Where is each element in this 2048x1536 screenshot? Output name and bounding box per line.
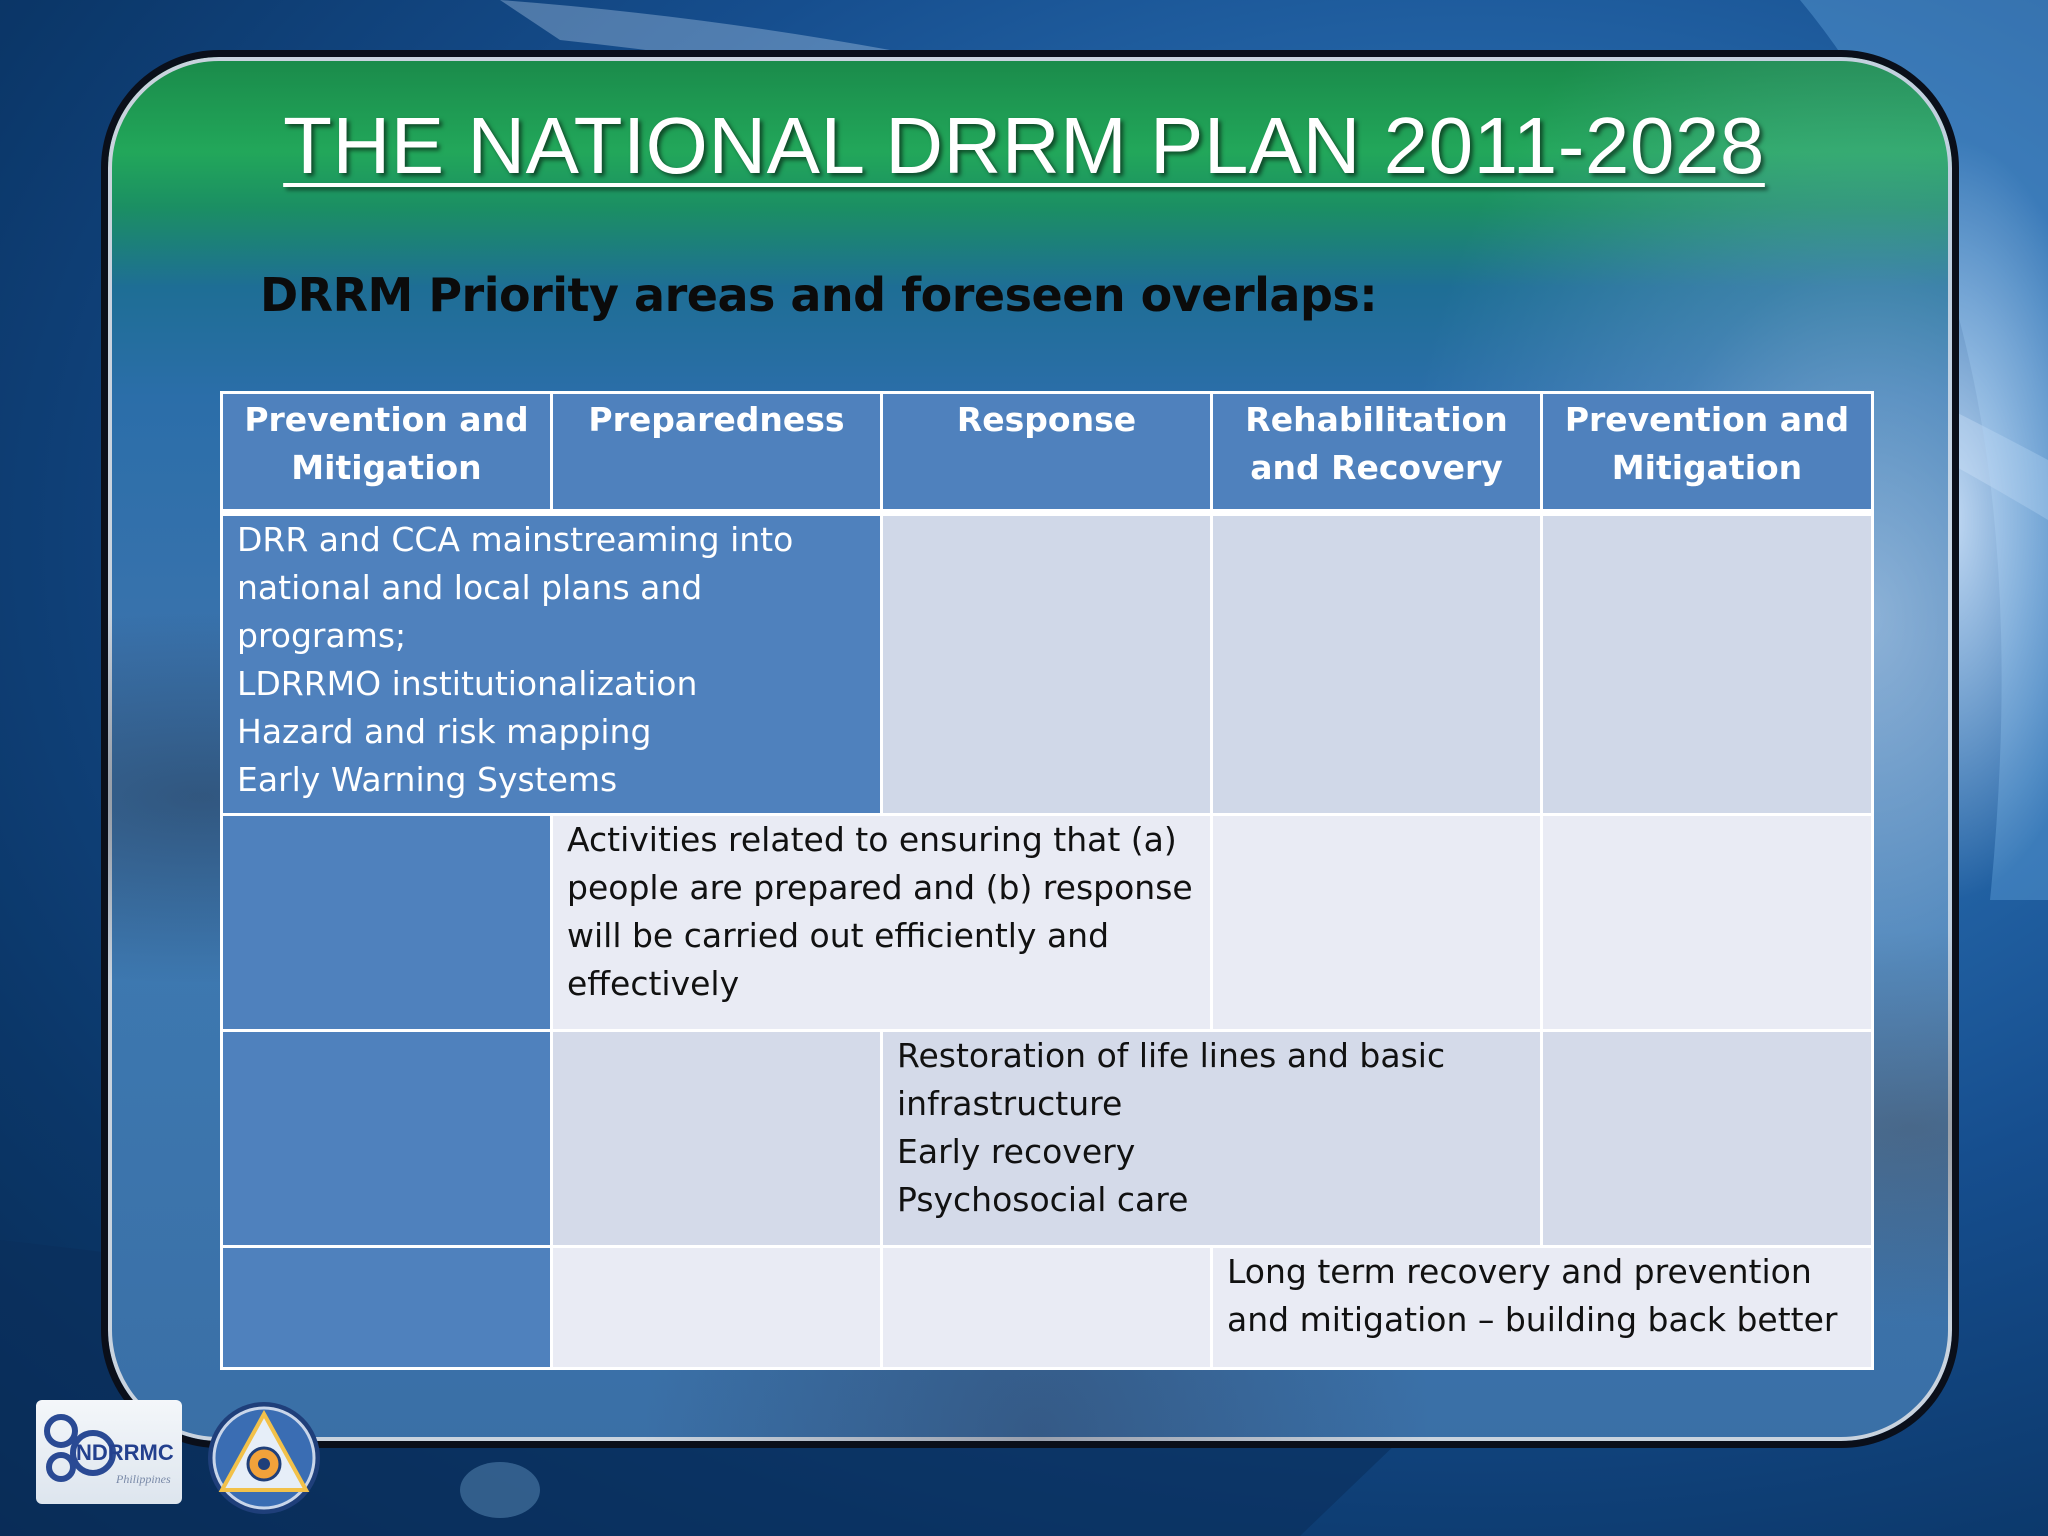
prevention-mitigation-cell: DRR and CCA mainstreaming into national …	[220, 511, 883, 816]
rehabilitation-recovery-cell: Long term recovery and prevention and mi…	[1210, 1245, 1874, 1370]
prevention-mitigation-text: DRR and CCA mainstreaming into national …	[237, 520, 794, 799]
response-text: Restoration of life lines and basic infr…	[897, 1036, 1446, 1219]
ndrrmc-logo-subtext: Philippines	[116, 1472, 171, 1486]
header-preparedness: Preparedness	[550, 391, 883, 516]
priority-areas-table: Prevention and Mitigation Preparedness R…	[220, 391, 1874, 1370]
table-header-row: Prevention and Mitigation Preparedness R…	[220, 391, 1874, 516]
table-row: Long term recovery and prevention and mi…	[220, 1245, 1874, 1370]
empty-cell	[550, 1029, 883, 1248]
empty-cell	[220, 1029, 553, 1248]
slide-title: THE NATIONAL DRRM PLAN 2011-2028	[283, 101, 1765, 190]
header-response: Response	[880, 391, 1213, 516]
ndrrmc-logo: NDRRMC Philippines	[36, 1400, 182, 1504]
rehabilitation-recovery-text: Long term recovery and prevention and mi…	[1227, 1252, 1838, 1339]
empty-cell	[1210, 813, 1543, 1032]
header-rehabilitation-recovery: Rehabilitation and Recovery	[1210, 391, 1543, 516]
table-row: DRR and CCA mainstreaming into national …	[220, 511, 1874, 816]
ndrrmc-logo-text: NDRRMC	[76, 1440, 174, 1465]
empty-cell	[1540, 511, 1874, 816]
table-row: Activities related to ensuring that (a) …	[220, 813, 1874, 1032]
ocd-seal-icon	[208, 1402, 320, 1514]
slide: THE NATIONAL DRRM PLAN 2011-2028 DRRM Pr…	[0, 0, 2048, 1536]
empty-cell	[1210, 511, 1543, 816]
empty-cell	[880, 511, 1213, 816]
header-prevention-mitigation-2: Prevention and Mitigation	[1540, 391, 1874, 516]
preparedness-cell: Activities related to ensuring that (a) …	[550, 813, 1213, 1032]
empty-cell	[220, 1245, 553, 1370]
slide-subtitle: DRRM Priority areas and foreseen overlap…	[260, 268, 1378, 322]
empty-cell	[220, 813, 553, 1032]
empty-cell	[1540, 1029, 1874, 1248]
table-row: Restoration of life lines and basic infr…	[220, 1029, 1874, 1248]
empty-cell	[550, 1245, 883, 1370]
empty-cell	[1540, 813, 1874, 1032]
preparedness-text: Activities related to ensuring that (a) …	[567, 820, 1193, 1003]
header-prevention-mitigation: Prevention and Mitigation	[220, 391, 553, 516]
response-cell: Restoration of life lines and basic infr…	[880, 1029, 1543, 1248]
empty-cell	[880, 1245, 1213, 1370]
